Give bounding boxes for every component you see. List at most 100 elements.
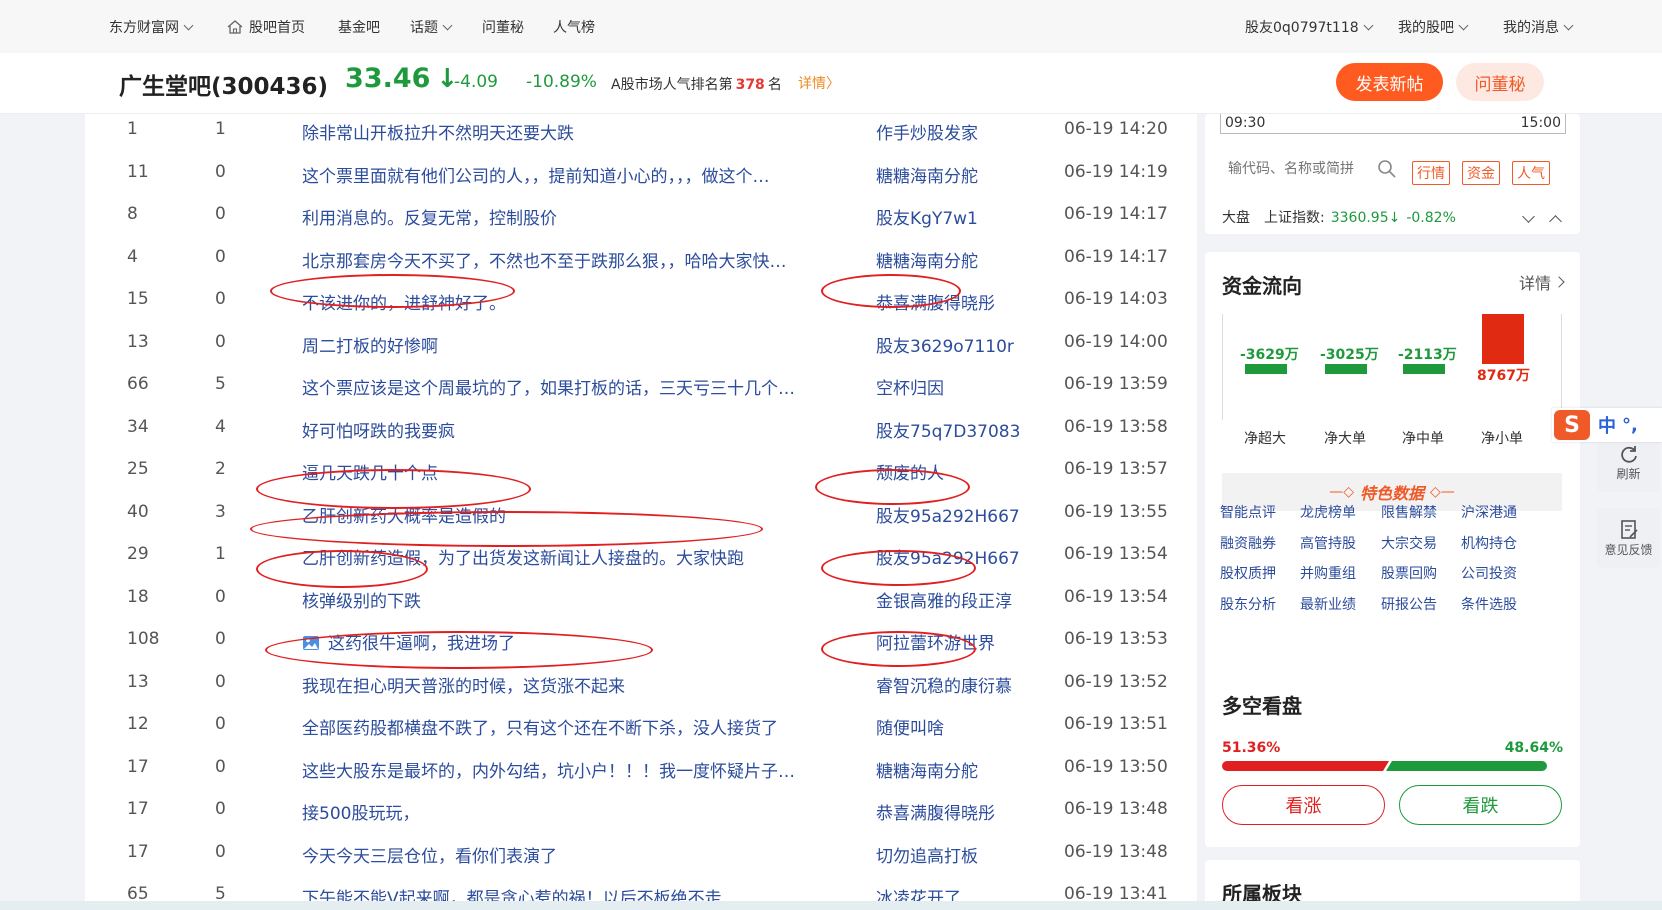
user-menu[interactable]: 股友0q0797t118 xyxy=(1245,17,1374,37)
feature-link[interactable]: 条件选股 xyxy=(1461,594,1517,614)
fund-flow-detail-link[interactable]: 详情 xyxy=(1519,270,1565,294)
post-time: 06-19 14:03 xyxy=(1064,289,1168,309)
post-title-link[interactable]: 除非常山开板拉升不然明天还要大跌 xyxy=(302,119,574,144)
feature-link[interactable]: 高管持股 xyxy=(1300,533,1356,553)
feature-data-title: 特色数据 xyxy=(1359,484,1424,503)
stock-search-input[interactable] xyxy=(1220,154,1398,184)
tag-funds[interactable]: 资金 xyxy=(1462,161,1500,185)
my-msg-menu[interactable]: 我的消息 xyxy=(1503,17,1574,37)
author-link[interactable]: 作手炒股发家 xyxy=(876,119,978,144)
post-row: 13 0 周二打板的好惨啊 股友3629o7110r 06-19 14:00 xyxy=(85,322,1197,364)
post-time: 06-19 14:20 xyxy=(1064,119,1168,139)
price-value: 33.46 xyxy=(345,63,431,94)
chevron-down-icon xyxy=(1458,20,1469,30)
annotation-circle xyxy=(815,469,970,505)
bear-percentage: 48.64% xyxy=(1504,740,1563,756)
post-row: 17 0 接500股玩玩， 恭喜满腹得晓彤 06-19 13:48 xyxy=(85,789,1197,831)
feature-link[interactable]: 最新业绩 xyxy=(1300,594,1356,614)
ime-toolbar[interactable]: S 中 °, xyxy=(1552,408,1662,442)
flow-value: 8767万 xyxy=(1477,368,1530,384)
chevron-up-icon[interactable] xyxy=(1549,215,1562,228)
tag-popularity[interactable]: 人气 xyxy=(1512,161,1550,185)
feature-link[interactable]: 智能点评 xyxy=(1220,502,1276,522)
author-link[interactable]: 糖糖海南分舵 xyxy=(876,162,978,187)
feature-link[interactable]: 融资融券 xyxy=(1220,533,1276,553)
feature-link[interactable]: 研报公告 xyxy=(1381,594,1437,614)
post-row: 12 0 全部医药股都横盘不跌了，只有这个还在不断下杀，没人接货了 随便叫啥 06-19… xyxy=(85,704,1197,746)
read-count: 17 xyxy=(127,841,149,862)
post-title-link[interactable]: 这个票里面就有他们公司的人，，提前知道小心的，，，做这个… xyxy=(302,162,770,187)
my-bar-menu[interactable]: 我的股吧 xyxy=(1398,17,1469,37)
post-time: 06-19 13:59 xyxy=(1064,374,1168,394)
post-row: 17 0 今天今天三层仓位，看你们表演了 切勿追高打板 06-19 13:48 xyxy=(85,832,1197,874)
feature-link[interactable]: 股东分析 xyxy=(1220,594,1276,614)
author-link[interactable]: 恭喜满腹得晓彤 xyxy=(876,799,995,824)
post-title-link[interactable]: 核弹级别的下跌 xyxy=(302,587,421,612)
bottom-strip xyxy=(0,901,1662,910)
feature-link[interactable]: 公司投资 xyxy=(1461,563,1517,583)
post-title-link[interactable]: 接500股玩玩， xyxy=(302,799,419,824)
flow-bar xyxy=(1482,314,1524,364)
post-row: 1 1 除非常山开板拉升不然明天还要大跌 作手炒股发家 06-19 14:20 xyxy=(85,114,1197,151)
feature-link[interactable]: 大宗交易 xyxy=(1381,533,1437,553)
vote-bear-button[interactable]: 看跌 xyxy=(1399,785,1562,825)
post-time: 06-19 13:52 xyxy=(1064,671,1168,692)
author-link[interactable]: 股友3629o7110r xyxy=(876,332,1014,357)
nav-home[interactable]: 股吧首页 xyxy=(227,17,305,37)
nav-home-label: 股吧首页 xyxy=(249,20,305,36)
author-link[interactable]: 金银高雅的段正淳 xyxy=(876,587,1012,612)
author-link[interactable]: 空杯归因 xyxy=(876,374,944,399)
post-title-link[interactable]: 好可怕呀跌的我要疯 xyxy=(302,417,455,442)
read-count: 108 xyxy=(127,629,160,649)
price-change: -4.09 xyxy=(454,72,498,92)
feature-link[interactable]: 机构持仓 xyxy=(1461,533,1517,553)
reply-count: 0 xyxy=(215,714,226,734)
author-link[interactable]: 随便叫啥 xyxy=(876,714,944,739)
ime-lang[interactable]: 中 xyxy=(1598,412,1616,438)
sogou-logo-icon: S xyxy=(1554,410,1590,440)
feature-link[interactable]: 限售解禁 xyxy=(1381,502,1437,522)
post-title-link[interactable]: 全部医药股都横盘不跌了，只有这个还在不断下杀，没人接货了 xyxy=(302,714,778,739)
flow-label: 净超大 xyxy=(1244,431,1286,447)
post-time: 06-19 14:17 xyxy=(1064,246,1168,267)
tag-quote[interactable]: 行情 xyxy=(1412,161,1450,185)
feature-link[interactable]: 并购重组 xyxy=(1300,563,1356,583)
author-link[interactable]: 股友KgY7w1 xyxy=(876,204,978,229)
nav-popular[interactable]: 人气榜 xyxy=(553,17,595,37)
feedback-button[interactable]: 意见反馈 xyxy=(1597,508,1660,568)
post-title-link[interactable]: 周二打板的好惨啊 xyxy=(302,332,438,357)
nav-topic[interactable]: 话题 xyxy=(410,17,453,37)
chevron-down-icon xyxy=(442,20,453,30)
post-title-link[interactable]: 利用消息的。反复无常，控制股价 xyxy=(302,204,557,229)
search-icon[interactable] xyxy=(1377,159,1397,179)
fund-flow-chart: -3629万 -3025万 -2113万 8767万 xyxy=(1222,314,1562,420)
rank-detail-link[interactable]: 详情〉 xyxy=(798,73,840,93)
site-menu[interactable]: 东方财富网 xyxy=(109,17,194,37)
author-link[interactable]: 糖糖海南分舵 xyxy=(876,247,978,272)
reply-count: 0 xyxy=(215,671,226,692)
ask-secretary-button[interactable]: 问董秘 xyxy=(1456,63,1544,101)
feature-link[interactable]: 股权质押 xyxy=(1220,563,1276,583)
new-post-button[interactable]: 发表新帖 xyxy=(1336,63,1443,101)
feature-link[interactable]: 沪深港通 xyxy=(1461,502,1517,522)
nav-ask[interactable]: 问董秘 xyxy=(482,17,524,37)
flow-value: -3629万 xyxy=(1240,347,1299,363)
author-link[interactable]: 股友75q7D37083 xyxy=(876,417,1020,442)
author-link[interactable]: 睿智沉稳的康衍慕 xyxy=(876,672,1012,697)
nav-fund[interactable]: 基金吧 xyxy=(338,17,380,37)
author-link[interactable]: 切勿追高打板 xyxy=(876,842,978,867)
author-link[interactable]: 糖糖海南分舵 xyxy=(876,757,978,782)
author-link[interactable]: 股友95a292H667 xyxy=(876,502,1020,527)
ime-punct[interactable]: °, xyxy=(1622,415,1638,436)
post-title-link[interactable]: 我现在担心明天普涨的时候，这货涨不起来 xyxy=(302,672,625,697)
feature-link[interactable]: 股票回购 xyxy=(1381,563,1437,583)
time-end: 15:00 xyxy=(1520,115,1561,131)
post-title-link[interactable]: 今天今天三层仓位，看你们表演了 xyxy=(302,842,557,867)
post-title-link[interactable]: 这些大股东是最坏的，内外勾结，坑小户！！！我一度怀疑片子… xyxy=(302,757,795,782)
chevron-down-icon[interactable] xyxy=(1522,210,1535,223)
vote-bull-button[interactable]: 看涨 xyxy=(1222,785,1385,825)
feature-link[interactable]: 龙虎榜单 xyxy=(1300,502,1356,522)
bull-bar xyxy=(1222,761,1389,771)
post-title-link[interactable]: 北京那套房今天不买了，不然也不至于跌那么狠，，哈哈大家快… xyxy=(302,247,787,272)
post-title-link[interactable]: 这个票应该是这个周最坑的了，如果打板的话，三天亏三十几个… xyxy=(302,374,795,399)
